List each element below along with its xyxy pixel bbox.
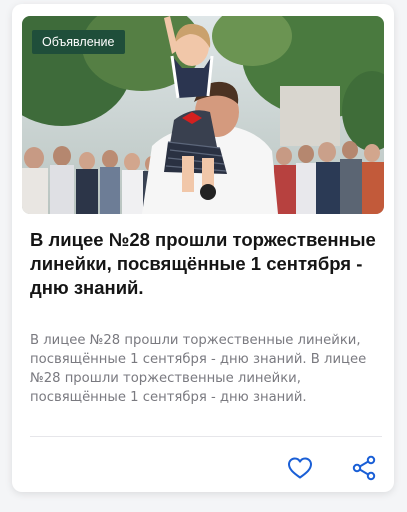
like-button[interactable] — [284, 452, 316, 484]
share-icon — [352, 455, 376, 481]
announcement-badge: Объявление — [32, 30, 125, 54]
news-card[interactable]: Объявление В лицее №28 прошли торжествен… — [12, 4, 394, 492]
share-button[interactable] — [348, 452, 380, 484]
heart-icon — [288, 457, 312, 479]
divider — [30, 436, 382, 437]
news-title[interactable]: В лицее №28 прошли торжественные линейки… — [30, 228, 382, 300]
news-description: В лицее №28 прошли торжественные линейки… — [30, 333, 367, 405]
